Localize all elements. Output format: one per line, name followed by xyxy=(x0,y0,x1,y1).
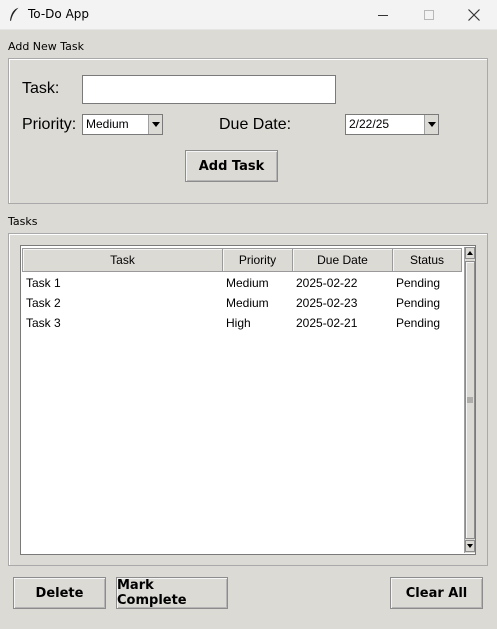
delete-button[interactable]: Delete xyxy=(13,577,106,609)
cell-task: Task 3 xyxy=(26,316,61,330)
tasks-table[interactable]: Task Priority Due Date Status Task 1 Med… xyxy=(20,245,476,555)
feather-icon xyxy=(10,7,19,21)
cell-priority: High xyxy=(226,316,251,330)
grip-icon xyxy=(467,397,473,403)
add-task-group-label: Add New Task xyxy=(8,40,85,53)
priority-dropdown-arrow[interactable] xyxy=(148,115,162,134)
cell-priority: Medium xyxy=(226,296,269,310)
minimize-button[interactable] xyxy=(360,0,406,29)
priority-value: Medium xyxy=(86,117,129,131)
cell-task: Task 1 xyxy=(26,276,61,290)
close-button[interactable] xyxy=(451,0,497,29)
table-row[interactable]: Task 2 Medium 2025-02-23 Pending xyxy=(21,293,461,313)
cell-due-date: 2025-02-21 xyxy=(296,316,358,330)
minimize-icon xyxy=(378,14,388,16)
window-title: To-Do App xyxy=(28,7,90,21)
task-input[interactable] xyxy=(82,75,336,104)
table-row[interactable]: Task 1 Medium 2025-02-22 Pending xyxy=(21,273,461,293)
mark-complete-button[interactable]: Mark Complete xyxy=(116,577,228,609)
column-header-status[interactable]: Status xyxy=(392,248,462,272)
column-header-priority[interactable]: Priority xyxy=(222,248,293,272)
table-row[interactable]: Task 3 High 2025-02-21 Pending xyxy=(21,313,461,333)
cell-due-date: 2025-02-23 xyxy=(296,296,358,310)
due-date-picker[interactable]: 2/22/25 xyxy=(345,114,439,135)
due-date-dropdown-arrow[interactable] xyxy=(424,115,438,134)
cell-task: Task 2 xyxy=(26,296,61,310)
close-icon xyxy=(468,8,480,21)
cell-status: Pending xyxy=(396,276,441,290)
clear-all-button[interactable]: Clear All xyxy=(390,577,483,609)
add-task-button[interactable]: Add Task xyxy=(185,150,278,182)
due-date-label: Due Date: xyxy=(219,116,292,133)
title-bar: To-Do App xyxy=(0,0,497,30)
scroll-thumb[interactable] xyxy=(465,261,475,539)
task-label: Task: xyxy=(22,80,60,97)
scroll-up-icon xyxy=(467,251,473,255)
scroll-down-button[interactable] xyxy=(465,540,475,552)
scroll-up-button[interactable] xyxy=(465,247,475,259)
column-header-due-date[interactable]: Due Date xyxy=(292,248,393,272)
cell-due-date: 2025-02-22 xyxy=(296,276,358,290)
column-header-task[interactable]: Task xyxy=(22,248,223,272)
cell-status: Pending xyxy=(396,316,441,330)
chevron-down-icon xyxy=(151,122,160,127)
cell-status: Pending xyxy=(396,296,441,310)
due-date-value: 2/22/25 xyxy=(349,117,390,131)
tasks-group-label: Tasks xyxy=(8,215,38,228)
maximize-button[interactable] xyxy=(406,0,452,29)
cell-priority: Medium xyxy=(226,276,269,290)
scroll-down-icon xyxy=(467,544,473,548)
maximize-icon xyxy=(424,9,434,20)
vertical-scrollbar[interactable] xyxy=(464,247,475,553)
priority-label: Priority: xyxy=(22,116,77,133)
chevron-down-icon xyxy=(427,122,436,127)
priority-select[interactable]: Medium xyxy=(82,114,163,135)
